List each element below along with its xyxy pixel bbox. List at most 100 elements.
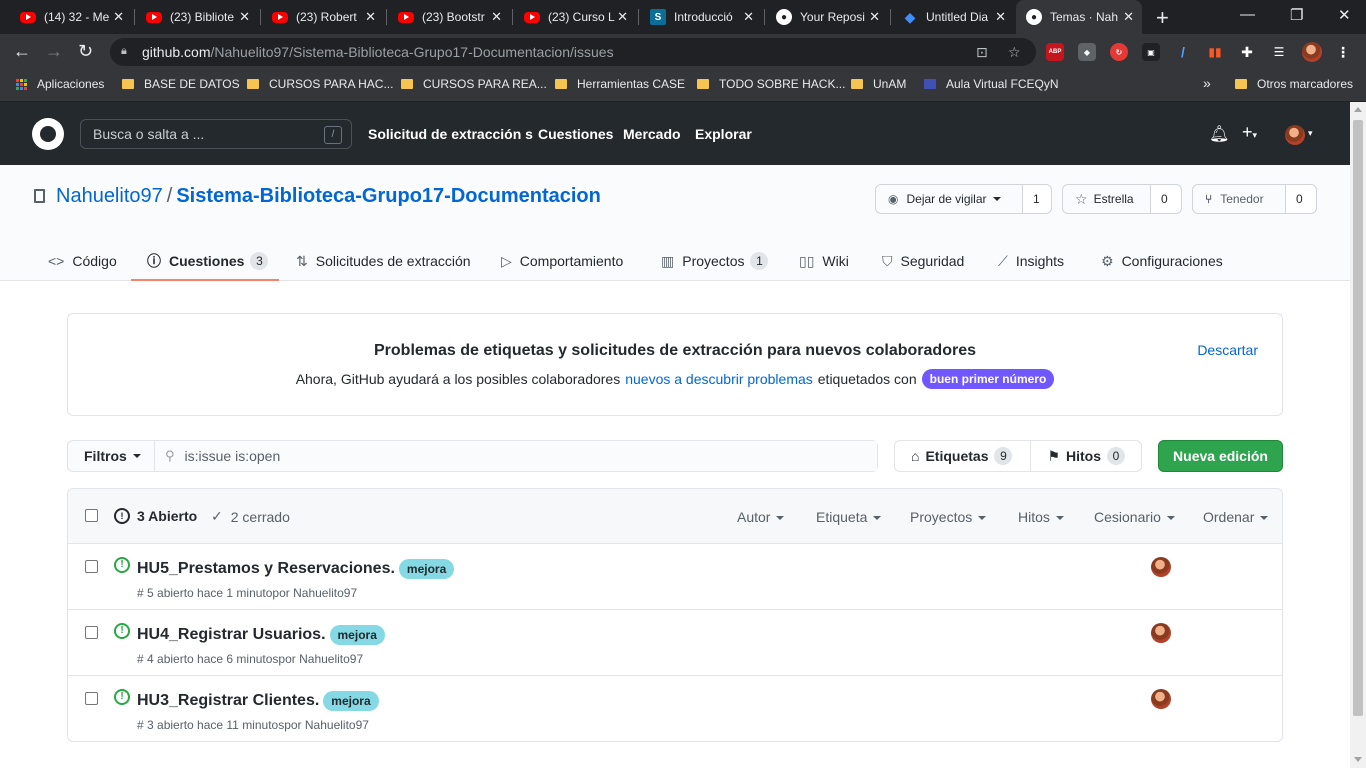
close-icon[interactable]: ✕ [113,9,124,25]
user-avatar[interactable] [1285,125,1305,145]
scroll-up-arrow-icon[interactable] [1354,107,1362,112]
tab-settings[interactable]: ⚙ Configuraciones [1101,247,1223,275]
nav-marketplace[interactable]: Mercado [623,126,681,142]
label-dropdown[interactable]: Etiqueta [816,509,882,525]
address-bar[interactable]: 🔒︎ github.com/Nahuelito97/Sistema-Biblio… [110,38,1036,66]
filters-dropdown[interactable]: Filtros [68,441,155,471]
issue-title-link[interactable]: HU4_Registrar Usuarios. [137,626,326,644]
bars-extension-icon[interactable]: ▮▮ [1206,43,1224,61]
projects-dropdown[interactable]: Proyectos [910,509,987,525]
tab-projects[interactable]: ▥ Proyectos 1 [661,247,769,275]
bookmark-aula-virtual[interactable]: Aula Virtual FCEQyN [924,77,1058,91]
dismiss-button[interactable]: Descartar [1197,342,1258,358]
issue-title-link[interactable]: HU3_Registrar Clientes. [137,692,319,710]
tab-code[interactable]: <> Código [48,247,117,275]
watch-button[interactable]: ◉ Dejar de vigilar [876,185,1023,213]
minimize-icon[interactable]: — [1240,6,1255,23]
bookmark-folder[interactable]: BASE DE DATOS [122,77,240,91]
milestones-dropdown[interactable]: Hitos [1018,509,1064,525]
search-input[interactable]: Busca o salta a ... / [80,119,352,149]
other-bookmarks[interactable]: Otros marcadores [1235,77,1353,91]
menu-kebab-icon[interactable]: ⋮ [1334,43,1352,61]
create-new-plus-icon[interactable]: +▾ [1242,122,1257,143]
browser-tab-6[interactable]: S Introducció ✕ [640,0,762,34]
issue-checkbox[interactable] [85,560,98,573]
close-icon[interactable]: ✕ [743,9,754,25]
feather-extension-icon[interactable]: / [1174,43,1192,61]
page-scrollbar[interactable] [1350,102,1366,768]
close-icon[interactable]: ✕ [1123,9,1134,25]
bookmark-folder[interactable]: CURSOS PARA REA... [401,77,547,91]
notifications-bell-icon[interactable]: 🔔︎ [1209,124,1229,144]
tab-security[interactable]: ⛉ Seguridad [882,247,964,275]
close-icon[interactable]: ✕ [869,9,880,25]
browser-tab-8[interactable]: ◆ Untitled Dia ✕ [892,0,1014,34]
media-control-icon[interactable]: ☰ [1270,43,1288,61]
reload-icon[interactable]: ↻ [78,41,93,61]
nav-explore[interactable]: Explorar [695,126,752,142]
new-tab-button[interactable]: + [1156,5,1169,31]
browser-tab-2[interactable]: (23) Bibliote ✕ [136,0,258,34]
nav-pull-requests[interactable]: Solicitud de extracción s [368,126,533,142]
issue-label[interactable]: mejora [398,559,455,579]
bookmark-apps[interactable]: Aplicaciones [16,77,104,91]
browser-tab-1[interactable]: (14) 32 - Me ✕ [10,0,132,34]
issue-label[interactable]: mejora [329,625,385,645]
back-icon[interactable]: ← [13,41,31,61]
browser-tab-active[interactable]: ● Temas · Nah ✕ [1016,0,1142,34]
watch-count[interactable]: 1 [1023,185,1050,213]
assignee-avatar[interactable] [1151,689,1171,709]
issue-checkbox[interactable] [85,626,98,639]
bookmarks-overflow-chevron[interactable]: » [1203,75,1211,91]
fork-count[interactable]: 0 [1286,185,1313,213]
select-all-checkbox[interactable] [85,509,98,522]
issue-label[interactable]: mejora [323,691,379,711]
translate-icon[interactable]: ⊡ [976,44,988,61]
tab-actions[interactable]: ▷ Comportamiento [501,247,623,275]
banner-link[interactable]: nuevos a descubrir problemas [625,371,813,387]
new-issue-button[interactable]: Nueva edición [1158,440,1283,472]
cube-extension-icon[interactable]: ▣ [1142,43,1160,61]
adblock-icon[interactable]: ABP [1046,43,1064,61]
star-button[interactable]: ☆ Estrella [1063,185,1151,213]
issue-title-link[interactable]: HU5_Prestamos y Reservaciones. [137,560,395,578]
fork-button[interactable]: ⑂ Tenedor [1193,185,1286,213]
close-icon[interactable]: ✕ [617,9,628,25]
labels-button[interactable]: ⌂ Etiquetas 9 [895,441,1030,471]
assignee-avatar[interactable] [1151,557,1171,577]
bookmark-folder[interactable]: UnAM [851,77,906,91]
close-icon[interactable]: ✕ [365,9,376,25]
assignee-dropdown[interactable]: Cesionario [1094,509,1175,525]
nav-issues[interactable]: Cuestiones [538,126,613,142]
scrollbar-thumb[interactable] [1353,120,1363,716]
open-issues-filter[interactable]: ! 3 Abierto [114,508,197,524]
closed-issues-filter[interactable]: ✓ 2 cerrado [211,508,290,525]
tab-wiki[interactable]: ▯▯ Wiki [799,247,849,275]
tab-insights[interactable]: ⟋ Insights [998,247,1064,275]
star-count[interactable]: 0 [1151,185,1178,213]
forward-icon[interactable]: → [45,41,63,61]
sort-dropdown[interactable]: Ordenar [1203,509,1269,525]
browser-tab-3[interactable]: (23) Robert ✕ [262,0,384,34]
sync-extension-icon[interactable]: ↻ [1110,43,1128,61]
browser-tab-5[interactable]: (23) Curso L ✕ [514,0,636,34]
good-first-issue-label[interactable]: buen primer número [921,369,1055,389]
milestones-button[interactable]: ⚑ Hitos 0 [1030,441,1141,471]
issue-checkbox[interactable] [85,692,98,705]
dropbox-icon[interactable]: ◆ [1078,43,1096,61]
scroll-down-arrow-icon[interactable] [1354,757,1362,762]
tab-issues[interactable]: ⓘ Cuestiones 3 [147,247,269,275]
close-icon[interactable]: ✕ [995,9,1006,25]
close-icon[interactable]: ✕ [239,9,250,25]
bookmark-folder[interactable]: TODO SOBRE HACK... [697,77,845,91]
tab-pull-requests[interactable]: ⇅ Solicitudes de extracción [296,247,471,275]
repo-name-link[interactable]: Sistema-Biblioteca-Grupo17-Documentacion [176,185,601,207]
assignee-avatar[interactable] [1151,623,1171,643]
bookmark-folder[interactable]: Herramientas CASE [555,77,685,91]
repo-owner-link[interactable]: Nahuelito97 [56,185,163,207]
github-logo-icon[interactable] [32,118,64,150]
close-icon[interactable]: ✕ [491,9,502,25]
browser-tab-7[interactable]: ● Your Reposi ✕ [766,0,888,34]
window-close-icon[interactable]: ✕ [1338,6,1351,24]
bookmark-folder[interactable]: CURSOS PARA HAC... [247,77,393,91]
